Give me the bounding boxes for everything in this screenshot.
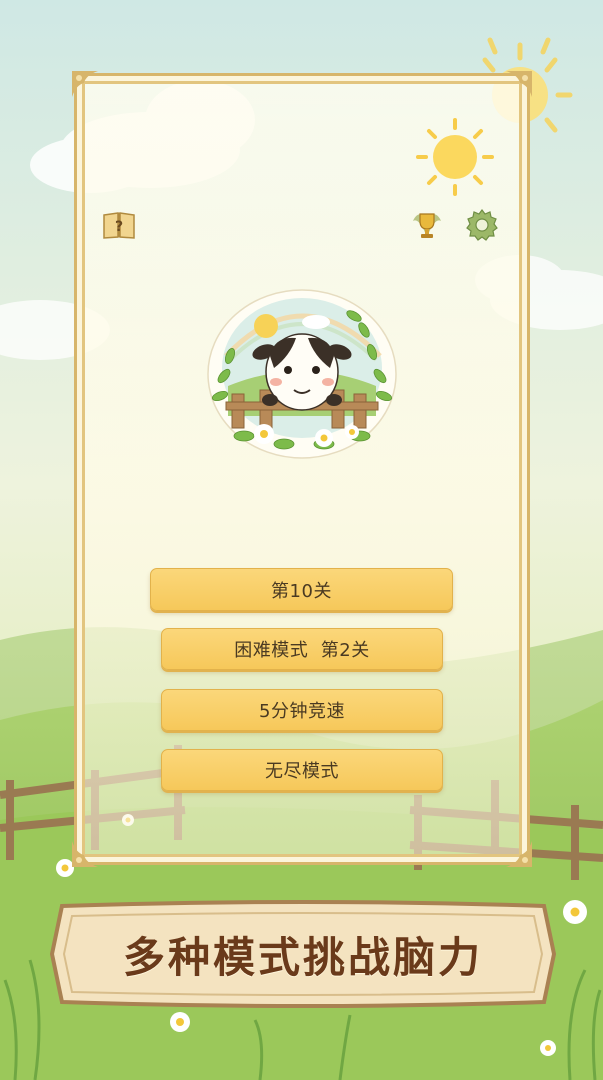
frame-corner-ornament: [72, 71, 98, 97]
hard-mode-button[interactable]: 困难模式 第2关: [161, 628, 443, 670]
endless-mode-button[interactable]: 无尽模式: [161, 749, 443, 791]
frame-corner-ornament: [506, 841, 532, 867]
five-minute-race-button[interactable]: 5分钟竞速: [161, 689, 443, 731]
help-book-icon[interactable]: ?: [101, 207, 137, 243]
cow-icon: [252, 333, 352, 411]
endless-mode-label: 无尽模式: [265, 761, 339, 782]
promo-banner-text: 多种模式挑战脑力: [122, 932, 483, 982]
five-minute-race-label: 5分钟竞速: [259, 701, 345, 722]
sun-icon: [416, 118, 494, 196]
hard-mode-label: 困难模式 第2关: [234, 640, 370, 661]
frame-corner-ornament: [506, 71, 532, 97]
level-10-button[interactable]: 第10关: [150, 568, 453, 611]
level-10-label: 第10关: [271, 580, 332, 602]
settings-gear-icon[interactable]: [464, 207, 500, 243]
frame-corner-ornament: [72, 841, 98, 867]
trophy-icon[interactable]: [409, 207, 445, 243]
cow-logo-emblem: [207, 289, 397, 459]
svg-text:?: ?: [115, 219, 123, 235]
